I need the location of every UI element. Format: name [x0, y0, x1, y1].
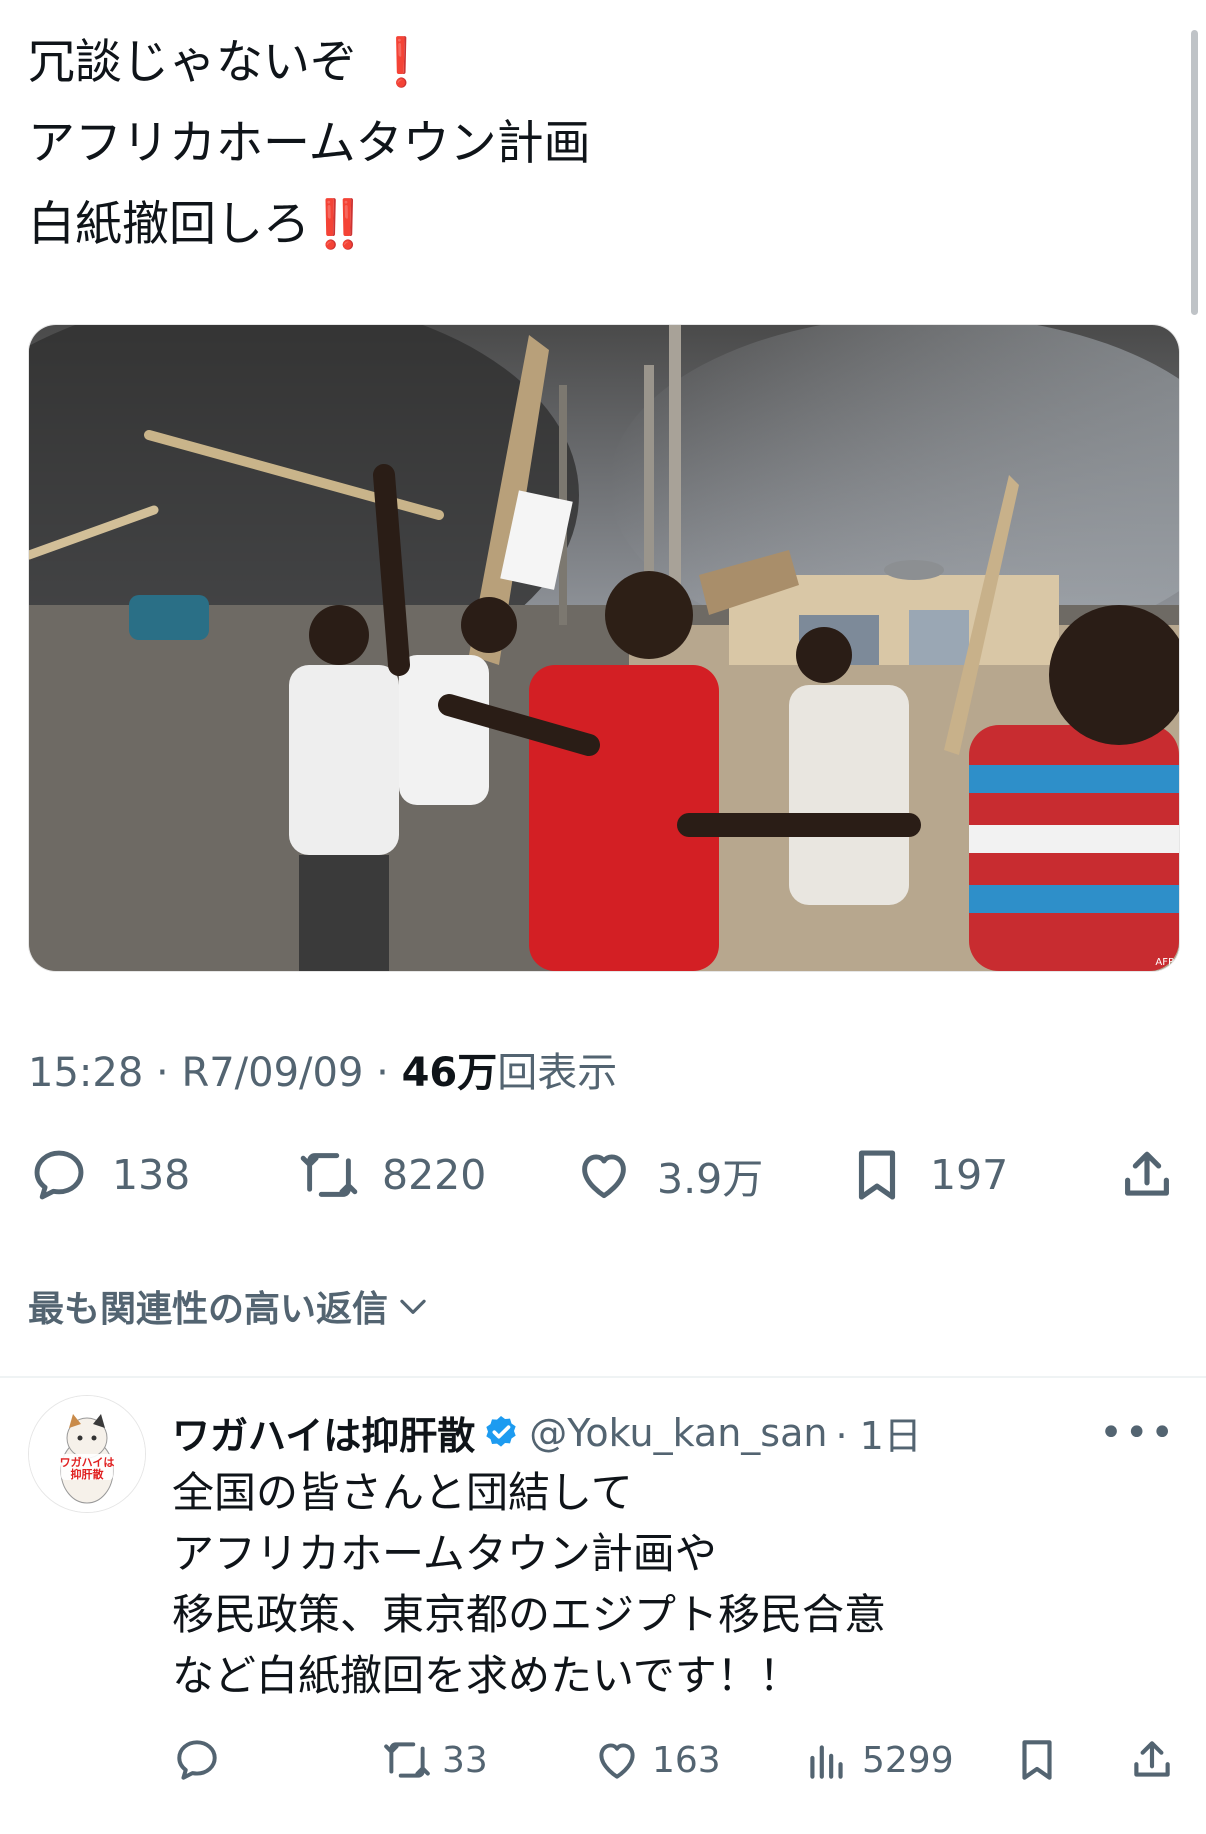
meta-dot: ·: [376, 1050, 402, 1096]
double-exclamation-emoji: ‼️: [310, 197, 369, 252]
chevron-down-icon: [400, 1299, 426, 1314]
exclamation-emoji: ❗: [371, 35, 431, 90]
views-count: 46万: [401, 1050, 498, 1096]
post-line-1: 冗談じゃないぞ ❗: [28, 35, 431, 90]
post-line-2: アフリカホームタウン計画: [28, 116, 591, 171]
protest-photo: AFP: [29, 325, 1179, 971]
reply-line-4: など白紙撤回を求めたいです！！: [172, 1651, 801, 1700]
meta-dot: ·: [156, 1050, 182, 1096]
verified-badge-icon: [486, 1415, 516, 1447]
reply-sort-label: 最も関連性の高い返信: [28, 1289, 389, 1330]
bookmark-icon: [1022, 1740, 1052, 1780]
reply-repost-count: 33: [442, 1739, 488, 1781]
share-icon: [1125, 1151, 1169, 1196]
reply-button[interactable]: 138: [28, 1140, 190, 1210]
avatar[interactable]: ワガハイは 抑肝散: [28, 1395, 146, 1513]
more-icon[interactable]: •••: [1099, 1410, 1176, 1456]
bookmark-count: 197: [930, 1151, 1009, 1199]
post-action-bar: 138 8220 3.9万 197: [28, 1140, 1178, 1210]
post-text: 冗談じゃないぞ ❗ アフリカホームタウン計画 白紙撤回しろ‼️: [28, 22, 591, 265]
reply-icon: [34, 1150, 84, 1200]
post-line-3: 白紙撤回しろ‼️: [28, 197, 369, 252]
post-time: 15:28: [28, 1050, 144, 1096]
reply-time[interactable]: · 1日: [835, 1405, 921, 1460]
reply-count: 138: [112, 1151, 191, 1199]
photo-watermark: AFP: [1155, 957, 1174, 968]
post-date[interactable]: R7/09/09: [181, 1050, 363, 1096]
svg-text:ワガハイは: ワガハイは: [60, 1455, 115, 1469]
like-button[interactable]: 3.9万: [573, 1140, 763, 1210]
reply-like-button[interactable]: 163: [592, 1730, 721, 1790]
post-meta: 15:28 · R7/09/09 · 46万回表示: [28, 1040, 617, 1098]
scrollbar[interactable]: [1191, 30, 1198, 315]
reply-share-button[interactable]: [1127, 1730, 1177, 1790]
views-label: 回表示: [497, 1050, 618, 1096]
repost-count: 8220: [382, 1151, 487, 1199]
post-image[interactable]: AFP: [28, 324, 1180, 972]
repost-icon: [384, 1742, 430, 1778]
reply-like-count: 163: [652, 1739, 721, 1781]
repost-button[interactable]: 8220: [298, 1140, 486, 1210]
like-count: 3.9万: [657, 1155, 764, 1203]
reply-action-bar: 33 163 5299: [172, 1730, 1178, 1790]
reply-author-name[interactable]: ワガハイは抑肝散: [172, 1405, 475, 1460]
reply-reply-button[interactable]: [172, 1730, 222, 1790]
share-button[interactable]: [1116, 1140, 1178, 1210]
reply-bookmark-button[interactable]: [1012, 1730, 1062, 1790]
share-icon: [1134, 1741, 1170, 1777]
divider: [0, 1376, 1206, 1378]
reply-icon: [177, 1740, 217, 1780]
svg-text:抑肝散: 抑肝散: [71, 1467, 105, 1481]
reply-line-3: 移民政策、東京都のエジプト移民合意: [172, 1590, 887, 1639]
reply-sort-dropdown[interactable]: 最も関連性の高い返信: [28, 1280, 432, 1332]
reply-line-1: 全国の皆さんと団結して: [172, 1468, 633, 1517]
reply-text: 全国の皆さんと団結して アフリカホームタウン計画や 移民政策、東京都のエジプト移…: [172, 1462, 886, 1706]
reply-views-button[interactable]: 5299: [802, 1730, 954, 1790]
repost-icon: [300, 1153, 358, 1197]
reply-header: ワガハイは抑肝散 @Yoku_kan_san · 1日: [172, 1405, 922, 1460]
avatar-cat-image: ワガハイは 抑肝散: [29, 1396, 145, 1512]
bookmark-icon: [858, 1150, 896, 1200]
views-icon: [810, 1745, 843, 1779]
bookmark-button[interactable]: 197: [846, 1140, 1008, 1210]
reply-views-count: 5299: [862, 1739, 954, 1781]
like-icon: [599, 1743, 635, 1779]
reply-repost-button[interactable]: 33: [382, 1730, 488, 1790]
reply-author-handle[interactable]: @Yoku_kan_san: [529, 1411, 827, 1455]
like-icon: [582, 1154, 626, 1199]
reply-line-2: アフリカホームタウン計画や: [172, 1529, 717, 1578]
